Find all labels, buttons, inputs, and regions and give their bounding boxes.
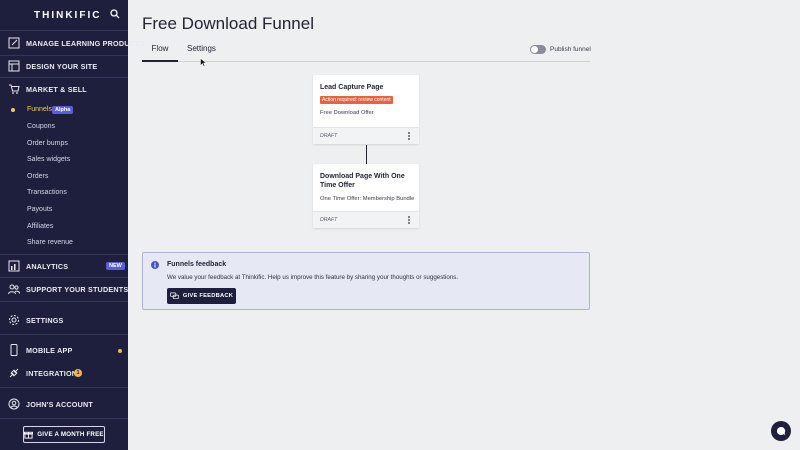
more-options-icon[interactable] bbox=[407, 215, 411, 225]
nav-label: MARKET & SELL bbox=[26, 84, 87, 94]
gift-button-label: GIVE A MONTH FREE bbox=[37, 431, 104, 438]
flow-connector bbox=[366, 145, 367, 164]
nav-settings[interactable]: SETTINGS bbox=[0, 310, 128, 330]
nav-design-your-site[interactable]: DESIGN YOUR SITE bbox=[0, 56, 128, 76]
nav-market-sell[interactable]: MARKET & SELL bbox=[0, 79, 128, 99]
brand-logo[interactable]: THINKIFIC bbox=[34, 10, 101, 21]
nav-label: DESIGN YOUR SITE bbox=[26, 61, 98, 71]
chat-bubbles-icon bbox=[169, 292, 179, 300]
alpha-badge: Alpha bbox=[52, 106, 74, 114]
active-indicator bbox=[11, 108, 15, 112]
sub-item-funnels[interactable]: Funnels bbox=[27, 106, 52, 113]
card-title: Lead Capture Page bbox=[320, 84, 384, 91]
funnel-step-card[interactable]: Lead Capture Page Action required: revie… bbox=[313, 75, 419, 144]
divider bbox=[0, 301, 128, 302]
divider bbox=[0, 334, 128, 335]
divider bbox=[0, 254, 128, 255]
tab-bar: Flow Settings bbox=[142, 42, 590, 62]
nav-label: SETTINGS bbox=[26, 315, 64, 325]
search-icon[interactable] bbox=[110, 9, 120, 19]
sub-item-transactions[interactable]: Transactions bbox=[27, 189, 67, 196]
phone-icon bbox=[10, 344, 18, 356]
divider bbox=[0, 418, 128, 419]
sub-item-share-revenue[interactable]: Share revenue bbox=[27, 239, 73, 246]
sub-item-orders[interactable]: Orders bbox=[27, 173, 48, 180]
divider bbox=[0, 387, 128, 388]
edit-icon bbox=[8, 37, 20, 49]
nav-label: MANAGE LEARNING PRODUCTS bbox=[26, 38, 145, 48]
publish-funnel-toggle[interactable] bbox=[530, 45, 546, 54]
divider bbox=[0, 277, 128, 278]
status-badge: DRAFT bbox=[320, 217, 338, 223]
gear-icon bbox=[9, 315, 19, 325]
publish-funnel-label: Publish funnel bbox=[550, 46, 591, 53]
action-required-badge: Action required: review content bbox=[320, 96, 393, 104]
page-title: Free Download Funnel bbox=[142, 14, 314, 33]
nav-manage-learning-products[interactable]: MANAGE LEARNING PRODUCTS bbox=[0, 33, 144, 53]
card-subtitle: One Time Offer: Membership Bundle bbox=[320, 196, 415, 202]
sidebar: THINKIFIC MANAGE LEARNING PRODUCTS DESIG… bbox=[0, 0, 144, 450]
nav-integrations[interactable]: INTEGRATIONS bbox=[0, 363, 128, 383]
nav-johns-account[interactable]: JOHN'S ACCOUNT bbox=[0, 394, 128, 414]
sub-item-payouts[interactable]: Payouts bbox=[27, 206, 52, 213]
funnel-step-card[interactable]: Download Page With One Time Offer One Ti… bbox=[313, 164, 419, 228]
divider bbox=[0, 77, 128, 78]
sub-item-order-bumps[interactable]: Order bumps bbox=[27, 140, 68, 147]
nav-label: SUPPORT YOUR STUDENTS bbox=[26, 284, 129, 294]
give-feedback-button[interactable]: GIVE FEEDBACK bbox=[167, 288, 236, 304]
notification-dot bbox=[118, 349, 122, 353]
more-options-icon[interactable] bbox=[407, 131, 411, 141]
give-a-month-free-button[interactable]: GIVE A MONTH FREE bbox=[23, 426, 105, 443]
mouse-cursor-icon bbox=[200, 58, 206, 67]
card-title: Download Page With One Time Offer bbox=[320, 173, 405, 189]
nav-mobile-app[interactable]: MOBILE APP bbox=[0, 340, 128, 360]
plug-icon bbox=[9, 368, 19, 378]
tab-settings[interactable]: Settings bbox=[187, 44, 216, 53]
info-icon bbox=[151, 261, 159, 269]
card-footer: DRAFT bbox=[313, 127, 419, 144]
nav-label: ANALYTICS bbox=[26, 261, 69, 271]
users-icon bbox=[8, 284, 20, 295]
new-badge: NEW bbox=[106, 262, 125, 270]
card-footer: DRAFT bbox=[313, 211, 419, 228]
layout-icon bbox=[8, 60, 20, 72]
chart-icon bbox=[8, 260, 20, 272]
sub-item-coupons[interactable]: Coupons bbox=[27, 123, 55, 130]
divider bbox=[0, 30, 128, 31]
give-feedback-label: GIVE FEEDBACK bbox=[182, 293, 234, 299]
cart-icon bbox=[9, 84, 20, 94]
chat-launcher-button[interactable] bbox=[771, 421, 791, 441]
sub-item-sales-widgets[interactable]: Sales widgets bbox=[27, 156, 70, 163]
card-subtitle: Free Download Offer bbox=[320, 110, 374, 116]
sub-item-affiliates[interactable]: Affiliates bbox=[27, 223, 53, 230]
nav-label: JOHN'S ACCOUNT bbox=[26, 399, 93, 409]
feedback-text: We value your feedback at Thinkific. Hel… bbox=[167, 274, 459, 281]
gift-icon bbox=[24, 431, 34, 439]
account-icon bbox=[8, 398, 20, 410]
nav-label: MOBILE APP bbox=[26, 345, 73, 355]
tab-flow[interactable]: Flow bbox=[142, 44, 178, 62]
integrations-badge: 1 bbox=[74, 369, 82, 377]
feedback-title: Funnels feedback bbox=[167, 261, 227, 268]
feedback-banner: Funnels feedback We value your feedback … bbox=[142, 252, 590, 310]
nav-support-your-students[interactable]: SUPPORT YOUR STUDENTS bbox=[0, 279, 128, 299]
chat-icon bbox=[776, 426, 786, 435]
status-badge: DRAFT bbox=[320, 133, 338, 139]
